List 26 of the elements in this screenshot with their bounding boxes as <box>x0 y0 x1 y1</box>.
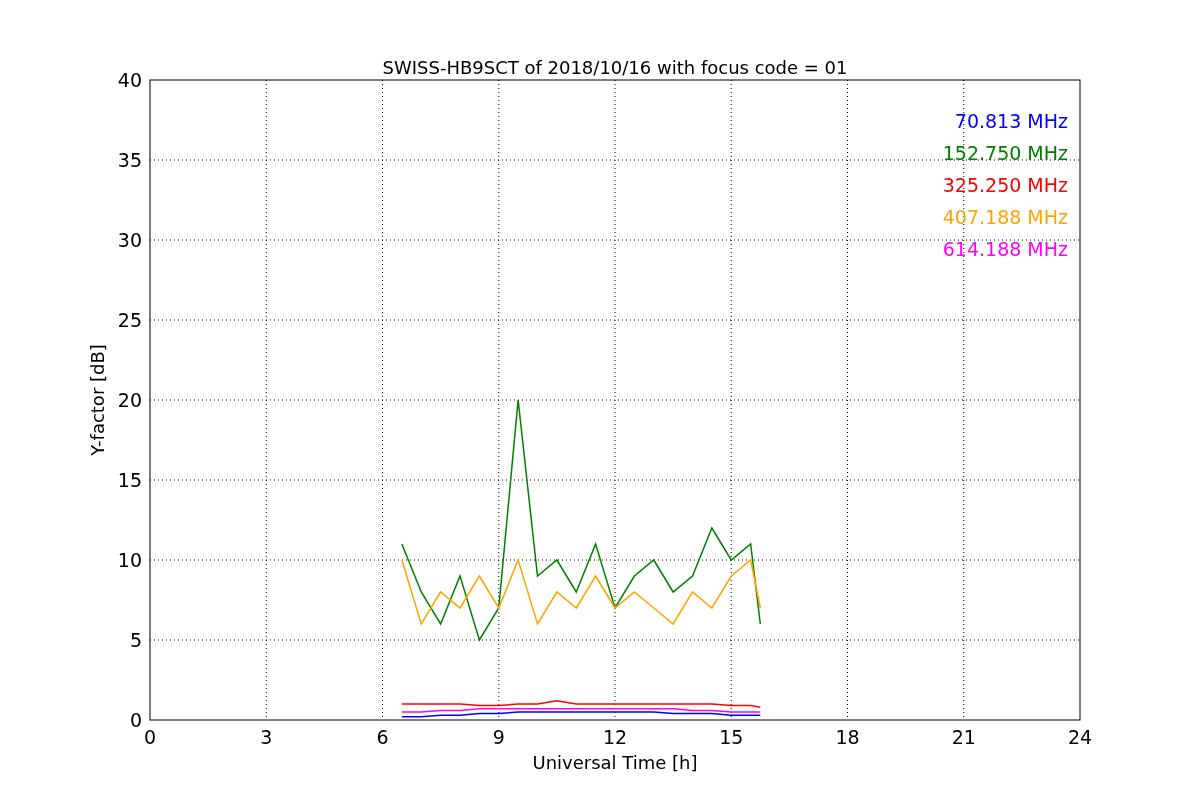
tick-label: 9 <box>492 726 505 748</box>
legend-label: 614.188 MHz <box>942 238 1068 260</box>
tick-label: 40 <box>117 69 142 91</box>
tick-label: 0 <box>143 726 157 748</box>
tick-label: 6 <box>376 726 389 748</box>
legend-label: 70.813 MHz <box>954 110 1068 132</box>
tick-label: 10 <box>117 549 142 571</box>
tick-label: 21 <box>951 726 976 748</box>
tick-label: 25 <box>117 309 142 331</box>
tick-label: 20 <box>117 389 142 411</box>
legend-label: 407.188 MHz <box>942 206 1068 228</box>
tick-label: 3 <box>260 726 273 748</box>
tick-label: 35 <box>117 149 142 171</box>
legend-label: 325.250 MHz <box>942 174 1068 196</box>
tick-label: 15 <box>117 469 142 491</box>
tick-label: 5 <box>129 629 142 651</box>
tick-label: 24 <box>1067 726 1093 748</box>
tick-label: 0 <box>129 709 142 731</box>
tick-label: 15 <box>719 726 744 748</box>
chart-title: SWISS-HB9SCT of 2018/10/16 with focus code = 01 <box>382 57 848 78</box>
legend-label: 152.750 MHz <box>942 142 1068 164</box>
y-axis-label: Y-factor [dB] <box>87 344 108 456</box>
x-axis-label: Universal Time [h] <box>532 752 698 773</box>
tick-label: 30 <box>117 229 142 251</box>
tick-label: 12 <box>602 726 628 748</box>
tick-label: 18 <box>835 726 860 748</box>
